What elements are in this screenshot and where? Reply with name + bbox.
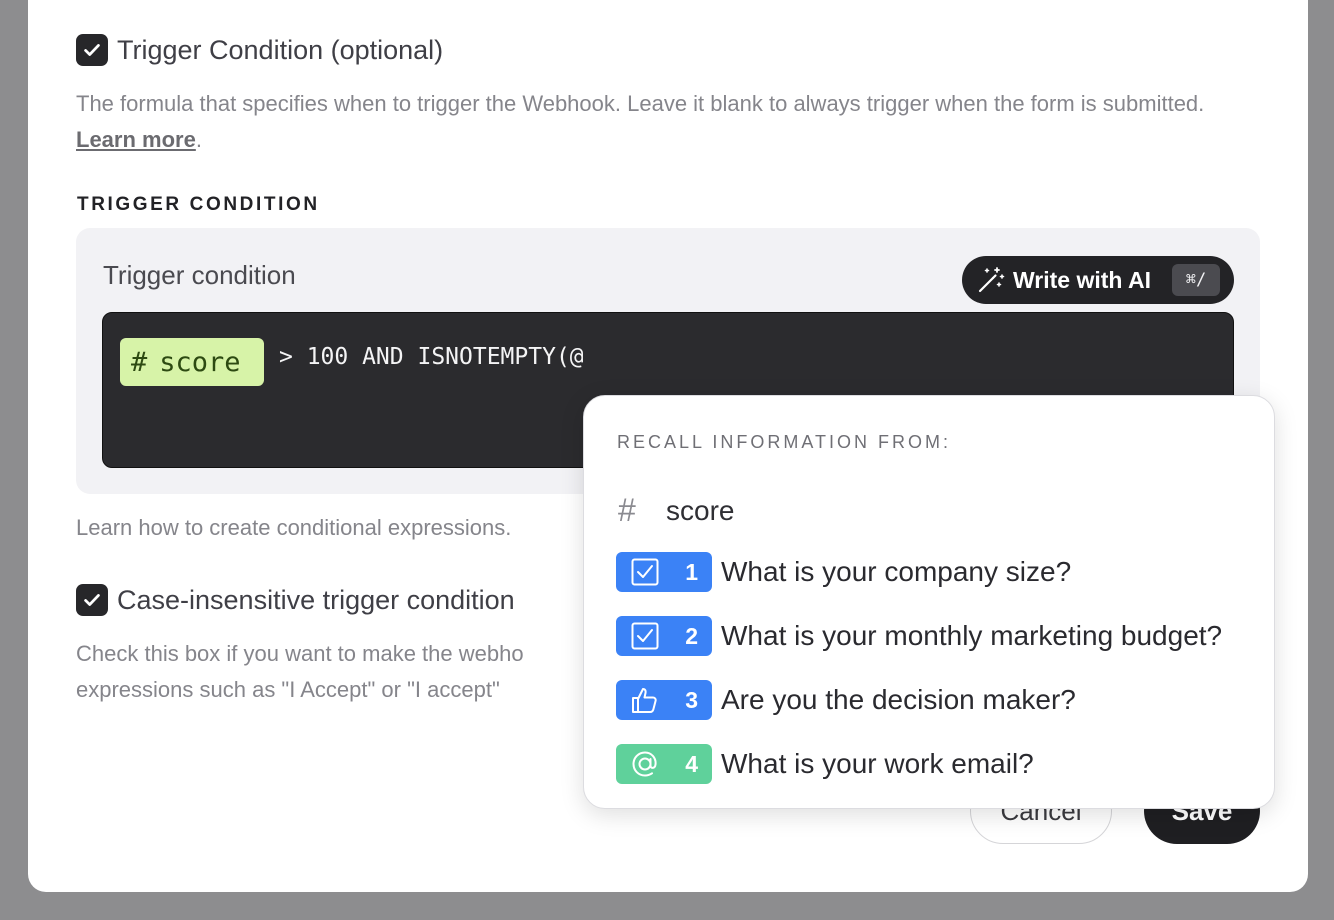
question-number: 4 [685,750,698,777]
write-with-ai-button[interactable]: Write with AI ⌘/ [962,256,1234,304]
trigger-help-text: The formula that specifies when to trigg… [76,91,1205,116]
thumbs-up-icon [632,688,657,713]
question-number: 3 [685,686,698,713]
ai-shortcut-badge: ⌘/ [1172,264,1220,296]
question-badge: 3 [616,680,712,720]
checkmark-icon [84,44,100,56]
checkbox-icon [631,622,659,650]
case-insensitive-option[interactable]: Case-insensitive trigger condition [76,584,515,616]
question-badge: 4 [616,744,712,784]
score-variable-pill[interactable]: # score [120,338,264,386]
checkbox-icon [631,558,659,586]
hash-icon: # [618,492,636,528]
question-text: What is your company size? [721,556,1072,587]
question-badge: 1 [616,552,712,592]
recall-question-item[interactable]: 2 What is your monthly marketing budget? [616,616,1222,656]
hash-icon: # [131,346,148,378]
section-title: TRIGGER CONDITION [77,194,320,215]
recall-question-item[interactable]: 1 What is your company size? [616,552,1071,592]
variable-name: score [666,494,735,526]
question-text: What is your work email? [721,748,1034,779]
pill-variable-name: score [159,346,241,378]
trigger-condition-field-label: Trigger condition [103,260,296,290]
learn-more-link[interactable]: Learn more [76,127,196,152]
checkmark-icon [84,594,100,606]
magic-wand-icon [978,267,1005,293]
at-sign-icon [632,751,657,777]
case-insensitive-label: Case-insensitive trigger condition [117,584,515,615]
trigger-condition-option[interactable]: Trigger Condition (optional) [76,34,443,66]
recall-question-item[interactable]: 3 Are you the decision maker? [616,680,1076,720]
question-badge: 2 [616,616,712,656]
formula-text: > 100 AND ISNOTEMPTY(@ [279,344,584,370]
question-text: Are you the decision maker? [721,684,1076,715]
case-insensitive-checkbox[interactable] [76,584,108,616]
question-text: What is your monthly marketing budget? [721,620,1223,651]
recall-variable-score[interactable]: # score [618,492,734,529]
question-number: 2 [685,622,698,649]
trigger-condition-label: Trigger Condition (optional) [117,34,444,65]
help-period: . [195,127,202,152]
write-with-ai-label: Write with AI [1013,266,1151,293]
trigger-condition-checkbox[interactable] [76,34,108,66]
recall-information-popup: RECALL INFORMATION FROM: # score 1 What … [583,395,1275,809]
recall-question-item[interactable]: 4 What is your work email? [616,744,1034,784]
trigger-condition-help: The formula that specifies when to trigg… [76,86,1256,158]
question-number: 1 [685,558,698,585]
recall-popup-title: RECALL INFORMATION FROM: [617,432,952,452]
